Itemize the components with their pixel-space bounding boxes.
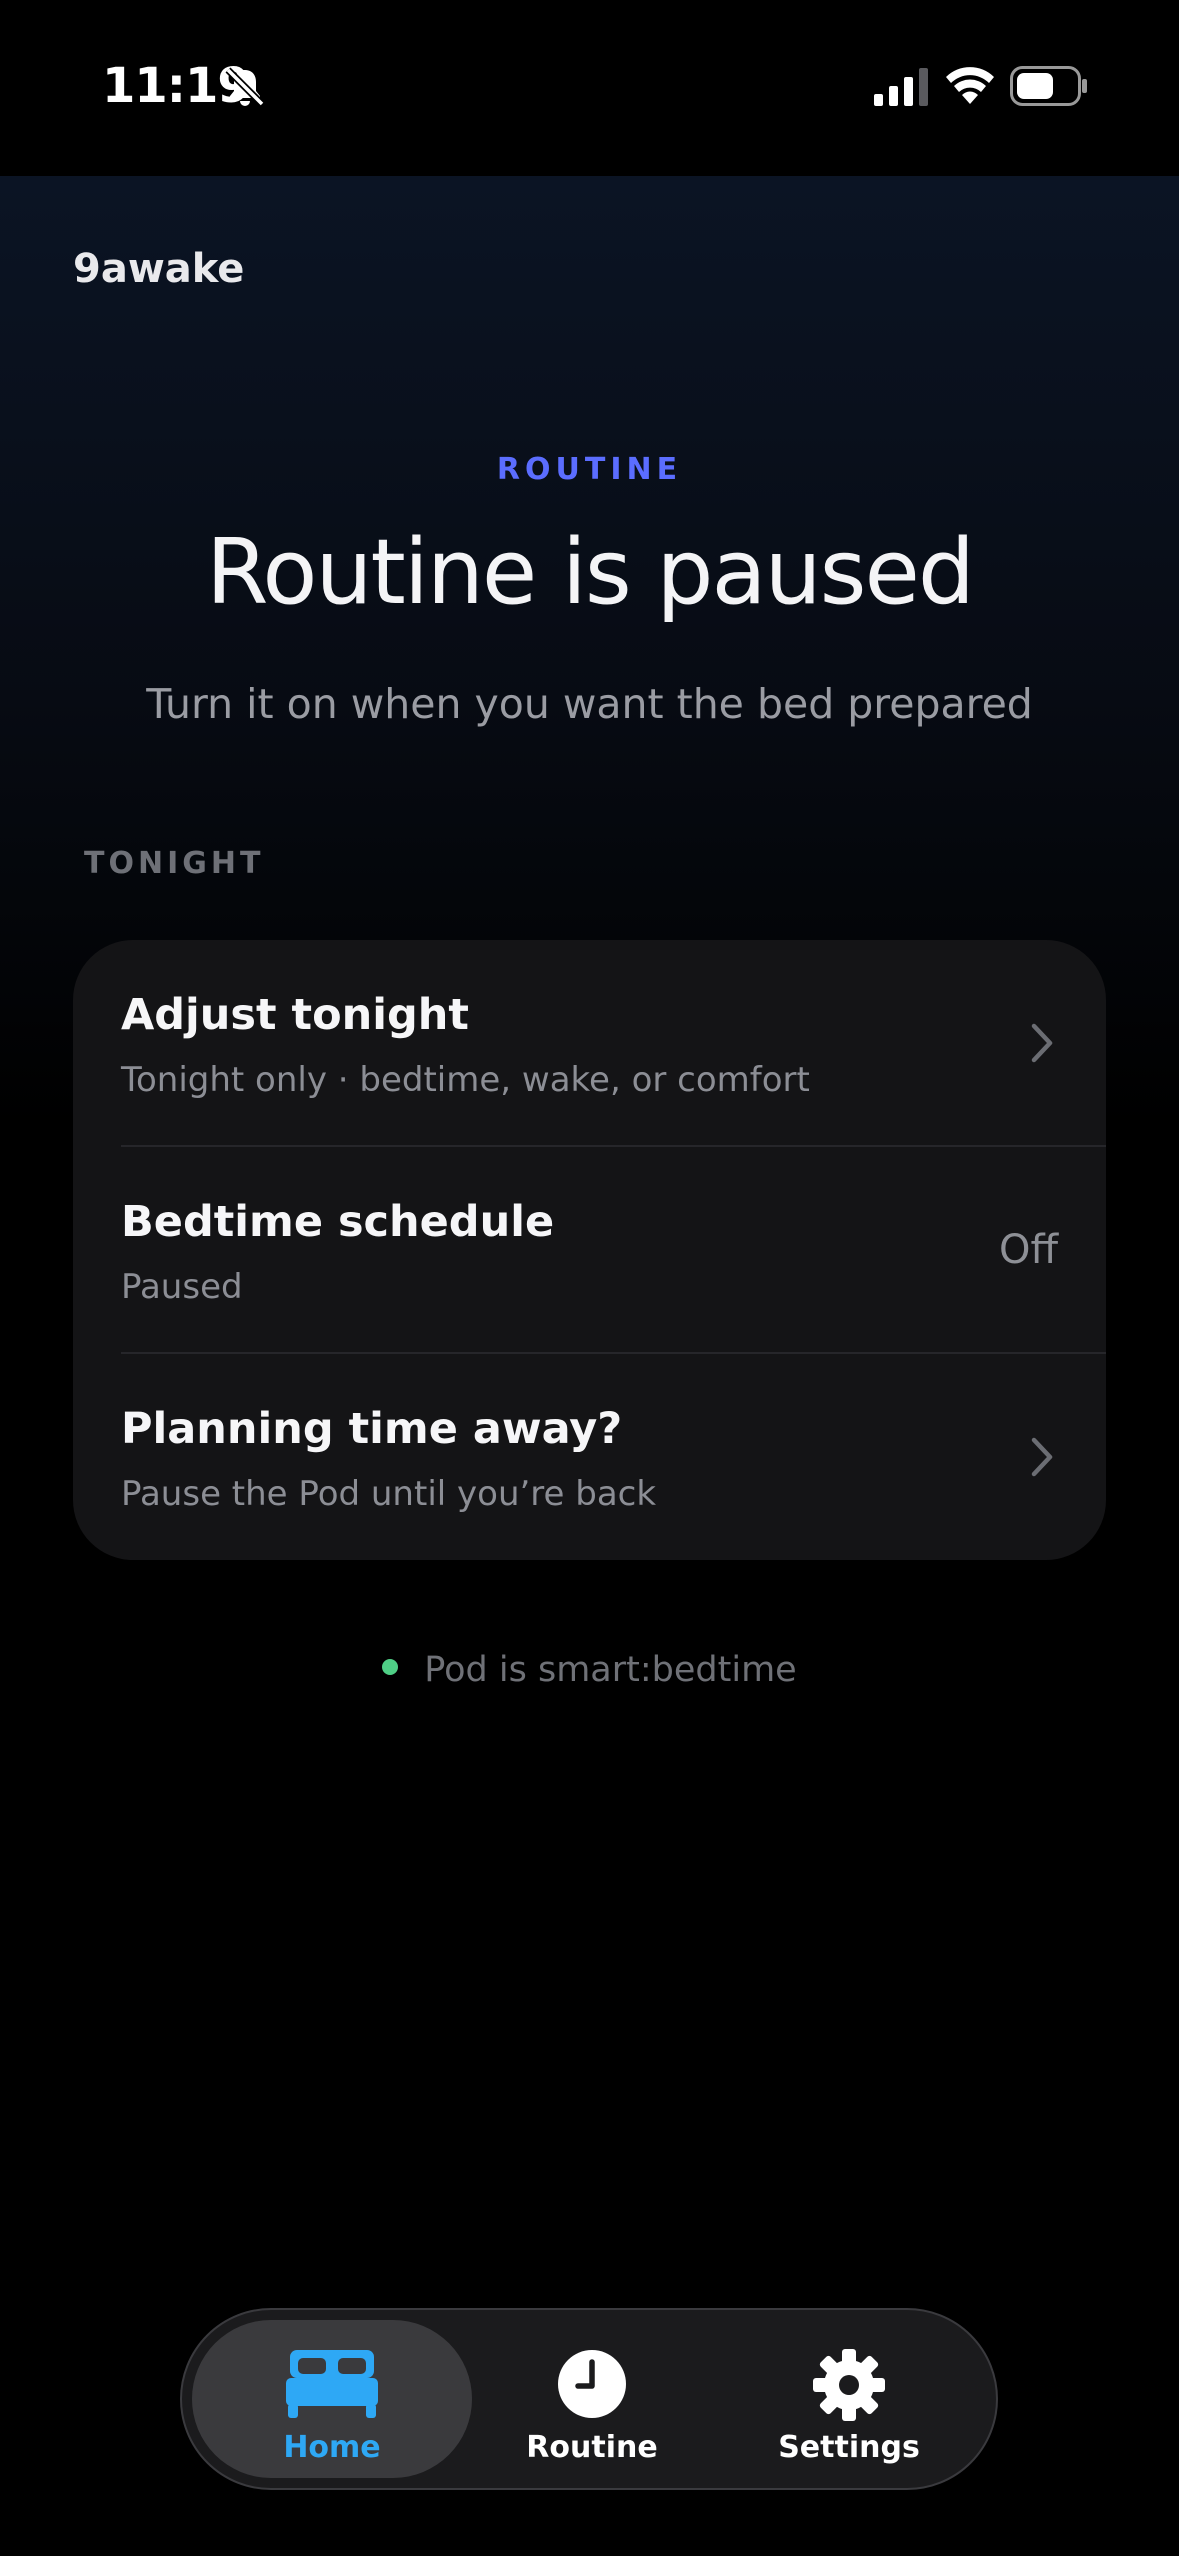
bedtime-schedule-value: Off — [998, 1227, 1058, 1273]
pod-status-text: Pod is smart:bedtime — [424, 1650, 797, 1690]
tab-settings[interactable]: Settings — [709, 2320, 989, 2478]
gear-icon — [813, 2349, 885, 2421]
wifi-icon — [946, 67, 994, 104]
pod-status: Pod is smart:bedtime — [0, 1650, 1179, 1690]
tab-label: Routine — [526, 2430, 658, 2465]
page-title: Routine is paused — [205, 520, 975, 625]
row-subtitle: Tonight only · bedtime, wake, or comfort — [121, 1060, 810, 1100]
tab-label: Home — [283, 2430, 381, 2465]
bed-icon — [286, 2350, 378, 2418]
tab-label: Settings — [778, 2430, 920, 2465]
tonight-card: Adjust tonight Tonight only · bedtime, w… — [73, 940, 1106, 1560]
bedtime-schedule-row[interactable]: Bedtime schedule Paused Off — [73, 1147, 1106, 1353]
row-title: Adjust tonight — [121, 990, 469, 1040]
adjust-tonight-row[interactable]: Adjust tonight Tonight only · bedtime, w… — [73, 940, 1106, 1146]
cellular-signal-icon — [874, 68, 928, 106]
bell-slash-icon — [225, 67, 265, 107]
chevron-right-icon — [1031, 1437, 1053, 1477]
tab-bar: Home Routine Settings — [180, 2308, 998, 2490]
time-away-row[interactable]: Planning time away? Pause the Pod until … — [73, 1354, 1106, 1560]
row-title: Planning time away? — [121, 1404, 623, 1454]
status-bar: 11:19 — [0, 0, 1179, 176]
hero-eyebrow: ROUTINE — [496, 452, 683, 487]
tab-home[interactable]: Home — [192, 2320, 472, 2478]
section-label-tonight: TONIGHT — [84, 846, 265, 881]
page-subtitle: Turn it on when you want the bed prepare… — [146, 680, 1033, 728]
battery-icon — [1010, 66, 1087, 106]
row-subtitle: Pause the Pod until you’re back — [121, 1474, 657, 1514]
app-name: 9awake — [73, 246, 245, 292]
chevron-right-icon — [1031, 1023, 1053, 1063]
clock-icon — [558, 2350, 626, 2418]
row-subtitle: Paused — [121, 1267, 243, 1307]
status-dot-icon — [382, 1659, 399, 1675]
row-title: Bedtime schedule — [121, 1197, 555, 1247]
tab-routine[interactable]: Routine — [452, 2320, 732, 2478]
